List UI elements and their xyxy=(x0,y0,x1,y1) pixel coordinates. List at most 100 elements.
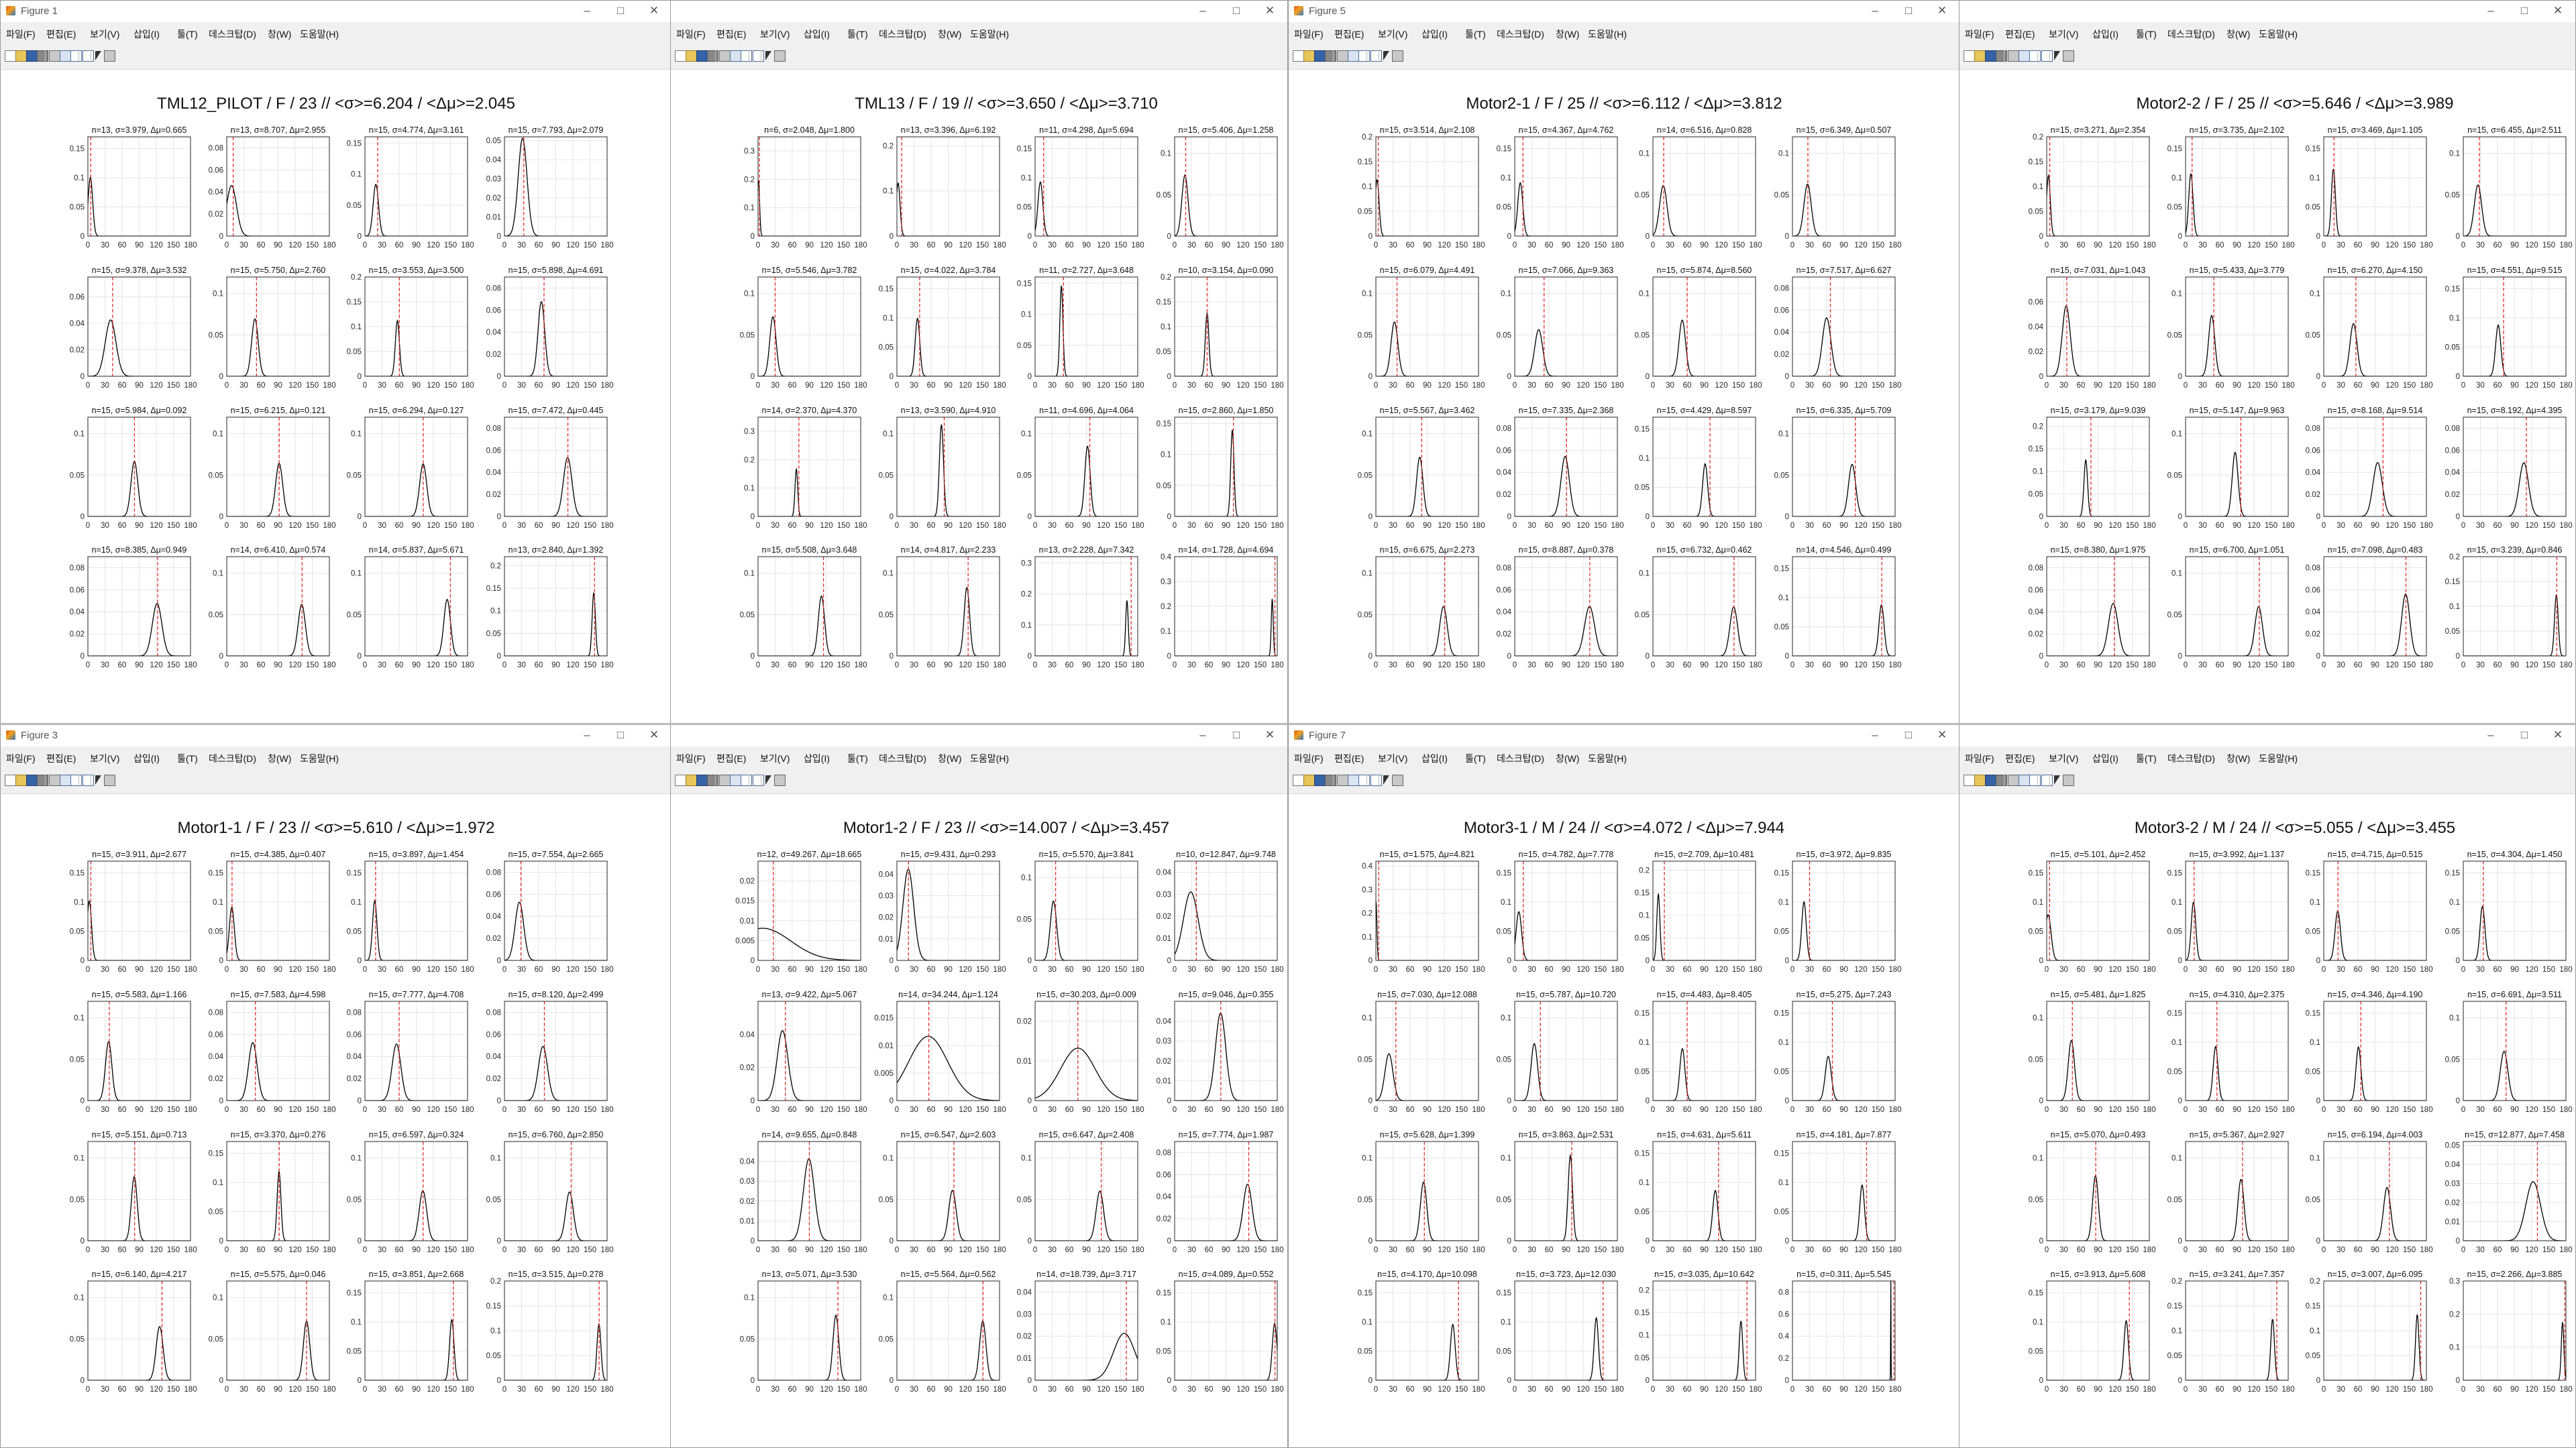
open-file-icon[interactable] xyxy=(15,50,27,62)
open-file-icon[interactable] xyxy=(15,775,27,786)
minimize-icon[interactable]: – xyxy=(572,2,602,19)
open-file-icon[interactable] xyxy=(1303,775,1315,786)
menu-item[interactable]: 창(W) xyxy=(268,27,291,41)
print-preview-icon[interactable] xyxy=(49,775,60,786)
insert-colorbar-icon[interactable] xyxy=(1358,50,1370,62)
menu-item[interactable]: 툴(T) xyxy=(2136,752,2157,765)
menu-item[interactable]: 데스크탑(D) xyxy=(209,27,256,41)
minimize-icon[interactable]: – xyxy=(1188,726,1218,744)
menu-item[interactable]: 삽입(I) xyxy=(2092,752,2118,765)
menu-item[interactable]: 데스크탑(D) xyxy=(1497,27,1544,41)
link-plot-icon[interactable] xyxy=(1348,50,1359,62)
open-file-icon[interactable] xyxy=(1303,50,1315,62)
insert-colorbar-icon[interactable] xyxy=(70,775,82,786)
link-plot-icon[interactable] xyxy=(2019,775,2030,786)
link-plot-icon[interactable] xyxy=(2019,50,2030,62)
minimize-icon[interactable]: – xyxy=(2476,2,2506,19)
menu-item[interactable]: 툴(T) xyxy=(2136,27,2157,41)
menu-item[interactable]: 도움말(H) xyxy=(300,752,339,765)
menu-item[interactable]: 삽입(I) xyxy=(804,27,830,41)
save-icon[interactable] xyxy=(26,775,38,786)
minimize-icon[interactable]: – xyxy=(1860,726,1890,744)
menu-item[interactable]: 창(W) xyxy=(2226,752,2250,765)
link-plot-icon[interactable] xyxy=(1348,775,1359,786)
new-figure-icon[interactable] xyxy=(5,50,16,62)
link-plot-icon[interactable] xyxy=(60,50,71,62)
open-property-inspector-icon[interactable] xyxy=(774,775,786,786)
close-icon[interactable]: ✕ xyxy=(1927,2,1957,19)
maximize-icon[interactable]: □ xyxy=(606,2,635,19)
insert-legend-icon[interactable] xyxy=(1371,775,1382,786)
menu-item[interactable]: 보기(V) xyxy=(1378,752,1407,765)
minimize-icon[interactable]: – xyxy=(1188,2,1218,19)
insert-legend-icon[interactable] xyxy=(753,775,764,786)
menu-item[interactable]: 편집(E) xyxy=(716,752,746,765)
menu-item[interactable]: 보기(V) xyxy=(90,27,119,41)
save-icon[interactable] xyxy=(696,50,708,62)
window-titlebar[interactable]: – □ ✕ xyxy=(671,1,1287,22)
menu-item[interactable]: 편집(E) xyxy=(2005,27,2035,41)
menu-item[interactable]: 창(W) xyxy=(1556,27,1579,41)
menu-item[interactable]: 데스크탑(D) xyxy=(2167,752,2215,765)
menu-item[interactable]: 삽입(I) xyxy=(1421,27,1448,41)
save-icon[interactable] xyxy=(1985,50,1996,62)
edit-plot-arrow-icon[interactable] xyxy=(763,775,775,786)
open-file-icon[interactable] xyxy=(1974,50,1986,62)
menu-item[interactable]: 파일(F) xyxy=(1294,752,1324,765)
menu-item[interactable]: 파일(F) xyxy=(6,27,36,41)
menu-item[interactable]: 도움말(H) xyxy=(300,27,339,41)
window-titlebar[interactable]: – □ ✕ xyxy=(1960,725,2575,746)
print-preview-icon[interactable] xyxy=(719,50,731,62)
menu-item[interactable]: 편집(E) xyxy=(2005,752,2035,765)
close-icon[interactable]: ✕ xyxy=(1255,2,1285,19)
insert-legend-icon[interactable] xyxy=(2041,775,2053,786)
save-icon[interactable] xyxy=(1314,775,1326,786)
open-property-inspector-icon[interactable] xyxy=(104,50,115,62)
window-titlebar[interactable]: Figure 7– □ ✕ xyxy=(1289,725,1960,746)
menu-item[interactable]: 삽입(I) xyxy=(1421,752,1448,765)
print-preview-icon[interactable] xyxy=(49,50,60,62)
menu-item[interactable]: 편집(E) xyxy=(1334,752,1364,765)
maximize-icon[interactable]: □ xyxy=(1222,2,1251,19)
insert-colorbar-icon[interactable] xyxy=(741,50,752,62)
edit-plot-arrow-icon[interactable] xyxy=(763,50,775,62)
save-icon[interactable] xyxy=(1985,775,1996,786)
menu-item[interactable]: 데스크탑(D) xyxy=(879,752,926,765)
insert-colorbar-icon[interactable] xyxy=(2029,775,2041,786)
link-plot-icon[interactable] xyxy=(730,50,741,62)
menu-item[interactable]: 툴(T) xyxy=(1465,27,1486,41)
insert-legend-icon[interactable] xyxy=(83,775,94,786)
edit-plot-arrow-icon[interactable] xyxy=(93,50,105,62)
menu-item[interactable]: 파일(F) xyxy=(1294,27,1324,41)
open-property-inspector-icon[interactable] xyxy=(774,50,786,62)
print-preview-icon[interactable] xyxy=(719,775,731,786)
insert-colorbar-icon[interactable] xyxy=(2029,50,2041,62)
maximize-icon[interactable]: □ xyxy=(1222,726,1251,744)
menu-item[interactable]: 보기(V) xyxy=(2049,27,2078,41)
insert-legend-icon[interactable] xyxy=(2041,50,2053,62)
close-icon[interactable]: ✕ xyxy=(1927,726,1957,744)
window-titlebar[interactable]: Figure 1– □ ✕ xyxy=(1,1,672,22)
menu-item[interactable]: 도움말(H) xyxy=(1588,752,1627,765)
save-icon[interactable] xyxy=(26,50,38,62)
open-property-inspector-icon[interactable] xyxy=(2063,50,2074,62)
print-icon[interactable] xyxy=(707,775,718,786)
link-plot-icon[interactable] xyxy=(60,775,71,786)
menu-item[interactable]: 툴(T) xyxy=(847,752,868,765)
insert-legend-icon[interactable] xyxy=(1371,50,1382,62)
menu-item[interactable]: 보기(V) xyxy=(90,752,119,765)
menu-item[interactable]: 보기(V) xyxy=(1378,27,1407,41)
print-icon[interactable] xyxy=(37,775,48,786)
open-file-icon[interactable] xyxy=(1974,775,1986,786)
menu-item[interactable]: 데스크탑(D) xyxy=(209,752,256,765)
close-icon[interactable]: ✕ xyxy=(2543,2,2573,19)
menu-item[interactable]: 파일(F) xyxy=(1965,27,1994,41)
menu-item[interactable]: 보기(V) xyxy=(760,27,790,41)
open-property-inspector-icon[interactable] xyxy=(1392,775,1403,786)
new-figure-icon[interactable] xyxy=(1964,775,1975,786)
edit-plot-arrow-icon[interactable] xyxy=(1381,50,1393,62)
print-icon[interactable] xyxy=(1996,50,2007,62)
menu-item[interactable]: 삽입(I) xyxy=(804,752,830,765)
open-property-inspector-icon[interactable] xyxy=(2063,775,2074,786)
close-icon[interactable]: ✕ xyxy=(1255,726,1285,744)
